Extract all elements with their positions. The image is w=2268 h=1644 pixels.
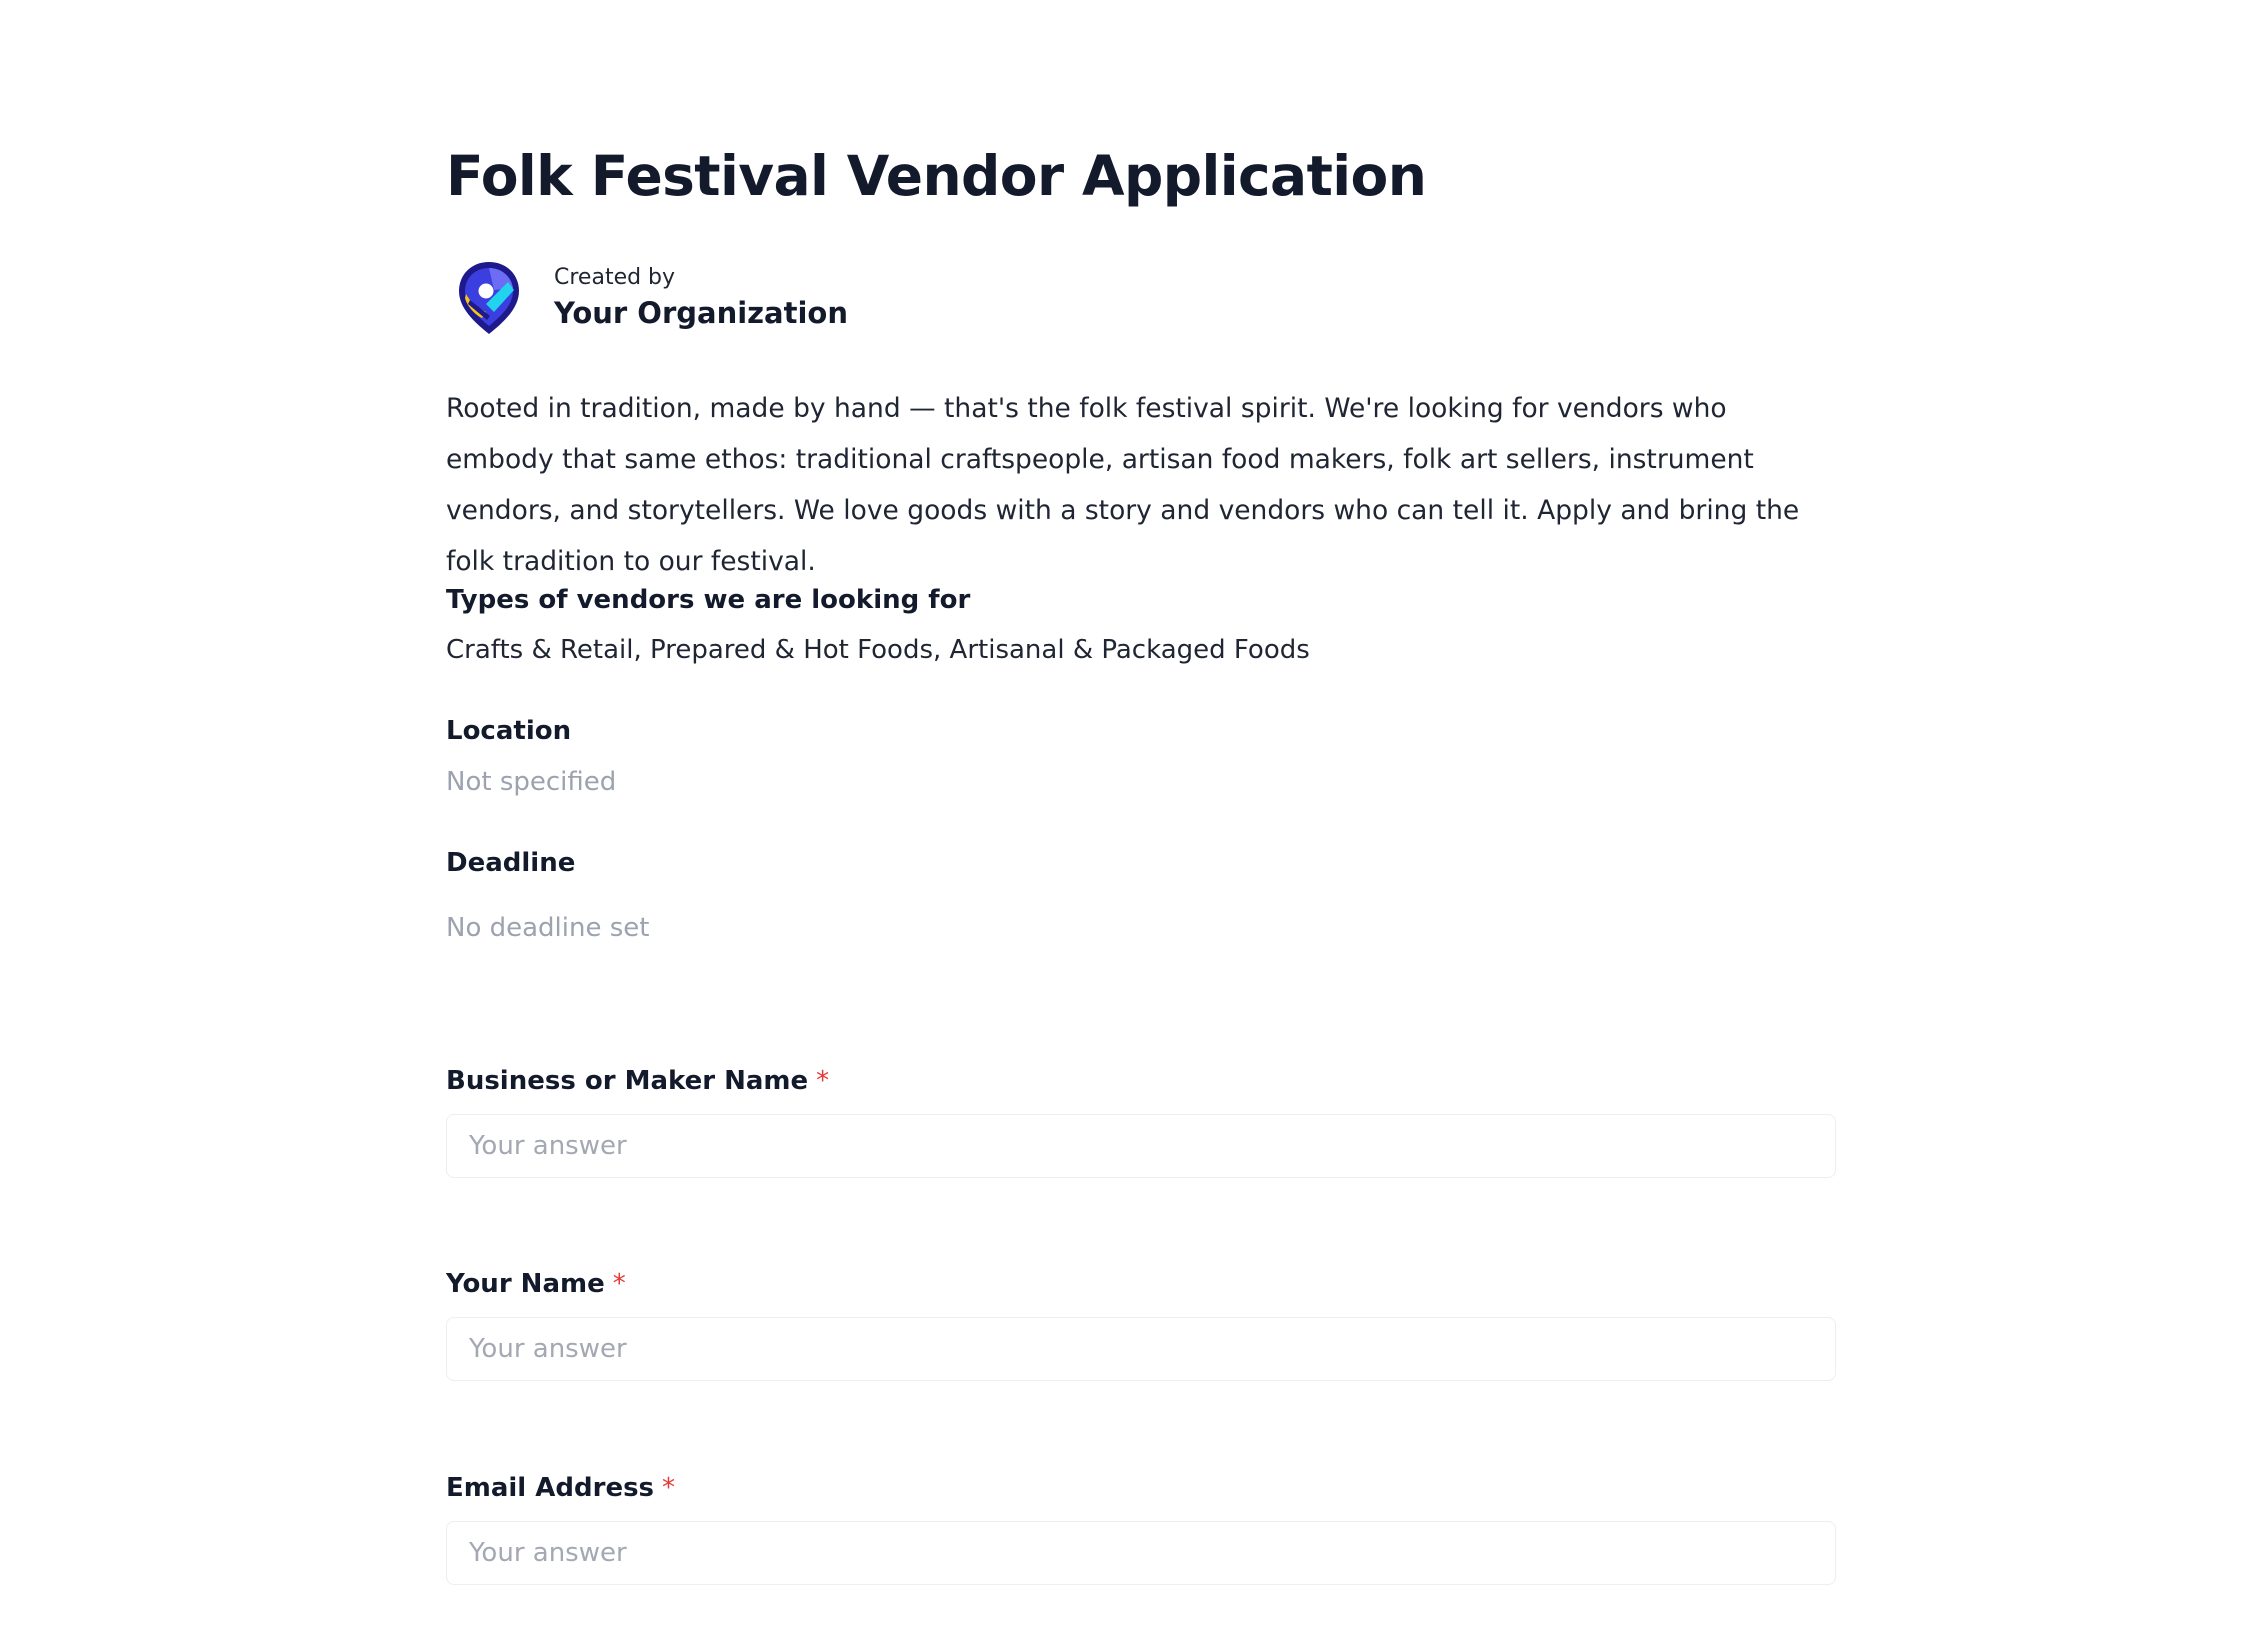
- business-name-input[interactable]: [446, 1114, 1836, 1178]
- required-marker: *: [816, 1066, 830, 1096]
- vendor-types-label: Types of vendors we are looking for: [446, 585, 971, 615]
- your-name-label-text: Your Name: [446, 1269, 605, 1299]
- organization-name: Your Organization: [554, 296, 848, 330]
- required-marker: *: [612, 1269, 626, 1299]
- vendor-types-value: Crafts & Retail, Prepared & Hot Foods, A…: [446, 635, 1310, 665]
- your-name-input[interactable]: [446, 1317, 1836, 1381]
- email-address-label-text: Email Address: [446, 1473, 655, 1503]
- creator-block: Created by Your Organization: [446, 256, 1046, 336]
- email-address-label: Email Address *: [446, 1470, 675, 1506]
- form-description: Rooted in tradition, made by hand — that…: [446, 393, 1800, 577]
- form-title: Folk Festival Vendor Application: [446, 144, 1427, 208]
- email-address-input[interactable]: [446, 1521, 1836, 1585]
- business-name-label: Business or Maker Name *: [446, 1063, 829, 1099]
- business-name-label-text: Business or Maker Name: [446, 1066, 809, 1096]
- deadline-label: Deadline: [446, 848, 576, 878]
- created-by-label: Created by: [554, 265, 676, 290]
- location-value: Not specified: [446, 767, 617, 797]
- deadline-value: No deadline set: [446, 913, 650, 943]
- map-pin-logo-icon: [459, 262, 519, 334]
- your-name-label: Your Name *: [446, 1266, 626, 1302]
- location-label: Location: [446, 716, 572, 746]
- required-marker: *: [662, 1473, 676, 1503]
